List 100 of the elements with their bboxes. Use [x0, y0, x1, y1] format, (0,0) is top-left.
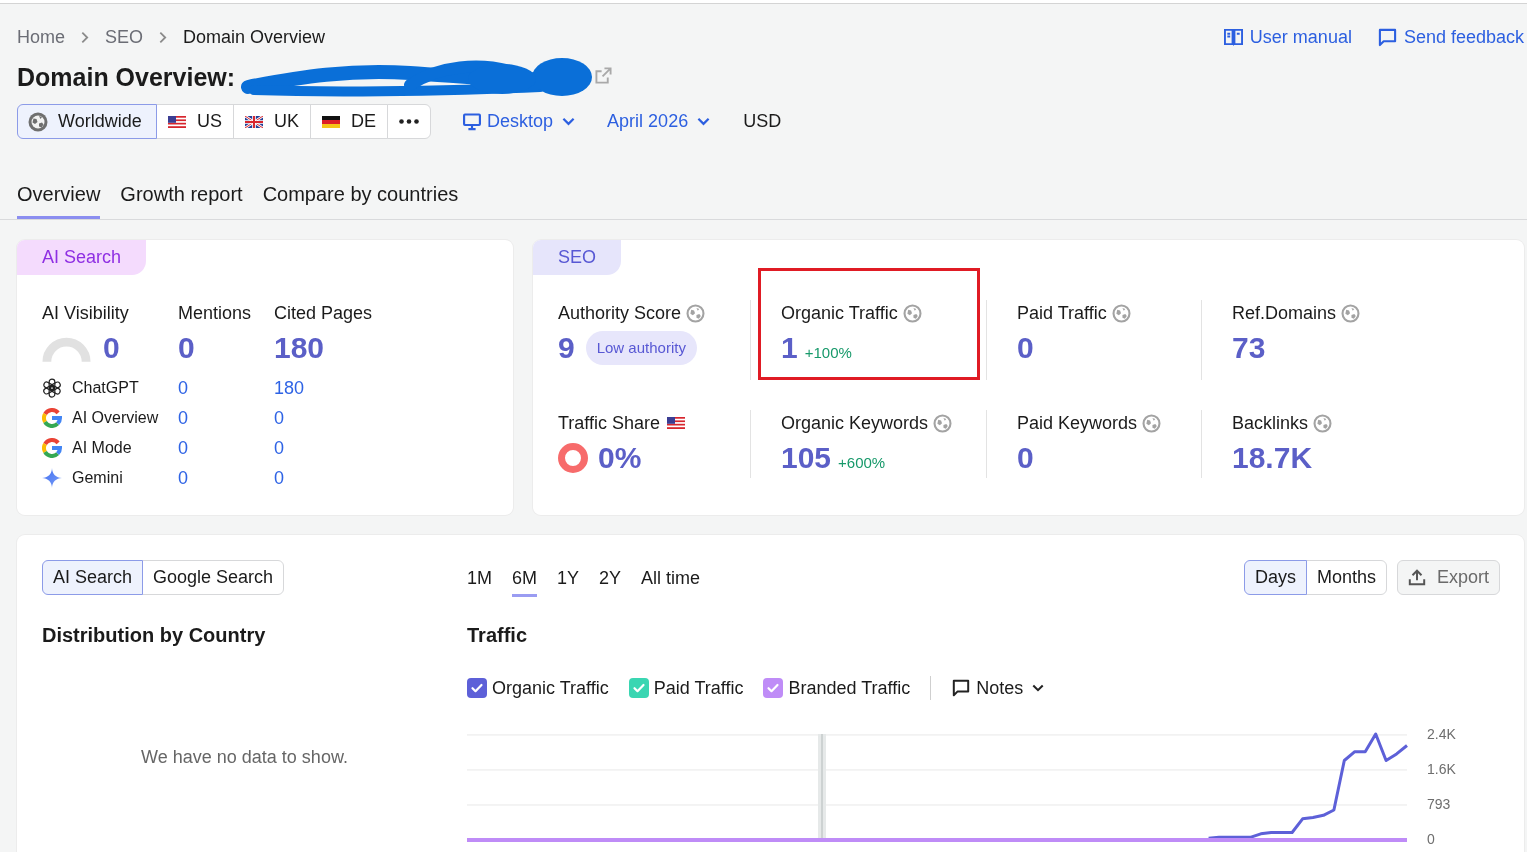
database-button[interactable]: DE [310, 104, 389, 139]
metric-value: 0% [598, 440, 642, 476]
count-link[interactable]: 180 [274, 377, 488, 399]
legend-toggle[interactable]: Organic Traffic [467, 677, 609, 699]
chevron-right-icon [81, 30, 89, 44]
globe-icon[interactable] [933, 413, 953, 433]
count-link[interactable]: 0 [178, 407, 274, 429]
database-button[interactable]: US [156, 104, 234, 139]
segment-button[interactable]: Days [1243, 560, 1307, 595]
metric-label: Paid Traffic [1017, 302, 1107, 324]
checkbox[interactable] [628, 678, 649, 698]
platform-name: ChatGPT [72, 379, 139, 397]
metric-label: Organic Traffic [781, 302, 898, 324]
metric-value: 180 [274, 330, 325, 366]
chat-icon [952, 679, 971, 697]
card-tag: SEO [533, 240, 621, 275]
section-title: Traffic [467, 623, 528, 648]
checkbox[interactable] [467, 678, 487, 698]
chevron-right-icon [159, 30, 168, 44]
empty-message: We have no data to show. [140, 746, 349, 769]
metric-label: Authority Score [558, 302, 682, 324]
globe-icon[interactable] [902, 303, 922, 323]
metric-value: 9 [558, 330, 575, 366]
knot-logo-icon [42, 378, 62, 398]
count-link[interactable]: 0 [274, 437, 488, 459]
period-tab[interactable]: All time [641, 560, 701, 597]
count-link[interactable]: 0 [178, 377, 274, 399]
external-link-icon[interactable] [595, 66, 613, 84]
note-marker[interactable] [818, 734, 826, 838]
page-tab[interactable]: Growth report [120, 175, 243, 219]
database-button[interactable]: Worldwide [17, 104, 157, 139]
chevron-down-icon [697, 117, 711, 126]
chat-icon [1377, 27, 1397, 47]
current-page-label: Domain Overview [183, 26, 326, 48]
date-dropdown[interactable]: April 2026 [607, 111, 711, 132]
metric-label: Cited Pages [274, 302, 374, 324]
axis-label: 2.4K [1427, 725, 1456, 742]
page-title: Domain Overview: [17, 62, 236, 93]
page-tab[interactable]: Compare by countries [262, 175, 459, 219]
currency-label: USD [743, 111, 782, 132]
metric-value: 73 [1232, 330, 1266, 366]
flag-icon [322, 115, 341, 128]
chevron-down-icon [1032, 684, 1045, 692]
metric-label: Paid Keywords [1017, 412, 1138, 434]
period-tab[interactable]: 6M [512, 560, 538, 597]
globe-icon[interactable] [1111, 303, 1131, 323]
metric-value: 1 [781, 330, 798, 366]
globe-icon[interactable] [1142, 413, 1162, 433]
globe-icon[interactable] [1313, 413, 1333, 433]
metric-label: Organic Keywords [781, 412, 929, 434]
metric-value: 18.7K [1232, 440, 1313, 476]
count-link[interactable]: 0 [274, 407, 488, 429]
export-button[interactable]: Export [1396, 560, 1500, 595]
header-link[interactable]: Send feedback [1377, 26, 1524, 48]
checkbox[interactable] [763, 678, 784, 698]
book-icon [1223, 27, 1243, 47]
globe-icon [28, 111, 48, 132]
count-link[interactable]: 0 [274, 467, 488, 489]
segment-button[interactable]: Google Search [142, 560, 285, 595]
device-dropdown[interactable]: Desktop [463, 111, 576, 132]
chevron-down-icon [562, 117, 576, 126]
legend-toggle[interactable]: Branded Traffic [763, 677, 911, 699]
more-icon [399, 119, 420, 124]
axis-label: 0 [1427, 830, 1435, 847]
flag-icon [168, 115, 186, 128]
platform-name: AI Mode [72, 439, 132, 457]
metric-label: Traffic Share [558, 412, 661, 434]
breadcrumb-link[interactable]: SEO [105, 26, 144, 48]
more-button[interactable] [387, 104, 432, 139]
metric-label: AI Visibility [42, 302, 130, 324]
monitor-icon [463, 112, 482, 131]
flag-icon [245, 115, 263, 128]
metric-label: Mentions [178, 302, 253, 324]
period-tab[interactable]: 1M [467, 560, 492, 597]
globe-icon[interactable] [1341, 303, 1361, 323]
platform-name: AI Overview [72, 409, 159, 427]
notes-button[interactable]: Notes [952, 677, 1045, 699]
count-link[interactable]: 0 [178, 467, 274, 489]
segment-button[interactable]: AI Search [42, 560, 144, 595]
database-button[interactable]: UK [233, 104, 312, 139]
metric-value: 0 [178, 330, 195, 366]
breadcrumb-link[interactable]: Home [17, 26, 65, 48]
flag-icon [667, 417, 686, 429]
globe-icon[interactable] [686, 303, 706, 323]
legend-toggle[interactable]: Paid Traffic [628, 677, 744, 699]
ring-icon [558, 443, 588, 473]
period-tab[interactable]: 2Y [599, 560, 622, 597]
period-tab[interactable]: 1Y [557, 560, 580, 597]
authority-badge: Low authority [585, 331, 697, 365]
count-link[interactable]: 0 [178, 437, 274, 459]
segment-button[interactable]: Months [1305, 560, 1387, 595]
metric-value: 105 [781, 440, 832, 476]
page-tab[interactable]: Overview [17, 175, 101, 219]
header-link[interactable]: User manual [1223, 26, 1352, 48]
card-tag: AI Search [17, 240, 147, 275]
change-text: +100% [804, 344, 852, 361]
axis-label: 1.6K [1427, 760, 1456, 777]
g-logo-icon [42, 438, 62, 458]
gauge-icon [42, 336, 91, 362]
section-title: Distribution by Country [42, 623, 266, 648]
